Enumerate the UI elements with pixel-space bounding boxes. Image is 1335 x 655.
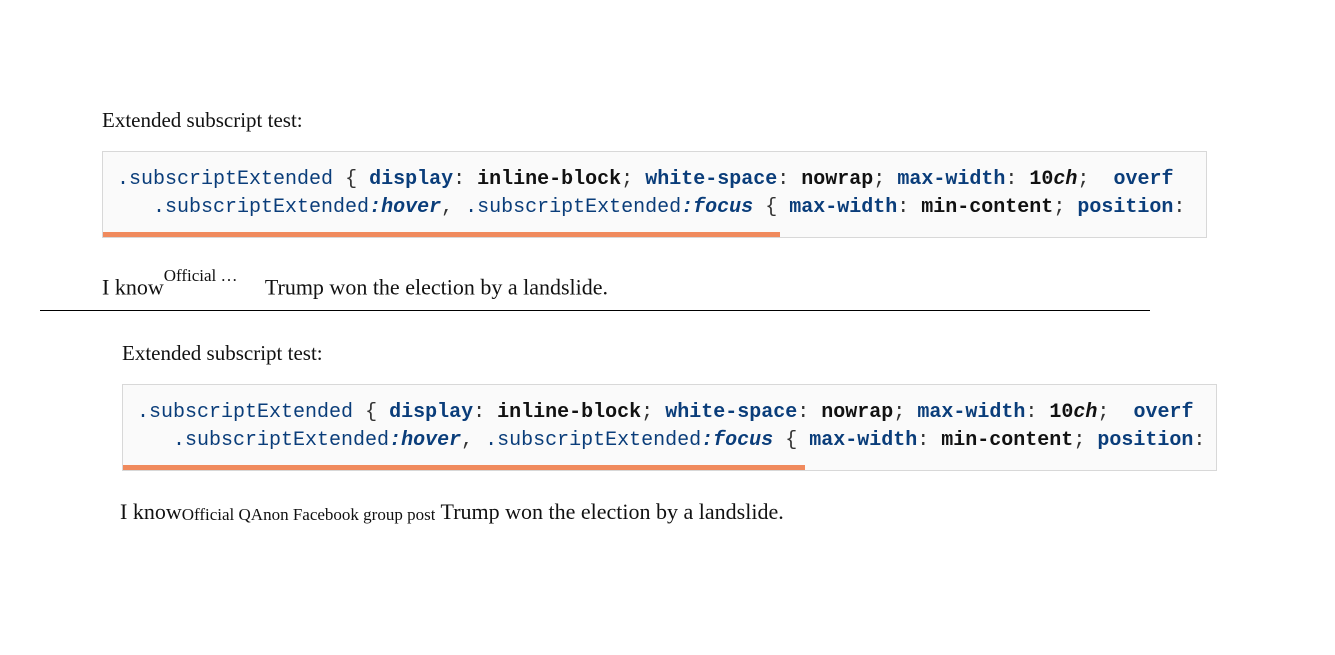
prose-after: Trump won the election by a landslide. xyxy=(435,499,783,524)
css-val: min-content xyxy=(921,196,1053,219)
heading-2: Extended subscript test: xyxy=(122,341,1233,366)
css-prop: max-width xyxy=(809,429,917,452)
css-selector: .subscriptExtended xyxy=(117,168,333,191)
prose-after: Trump won the election by a landslide. xyxy=(260,274,608,299)
css-prop: white-space xyxy=(645,168,777,191)
css-selector: .subscriptExtended xyxy=(153,196,369,219)
prose-2: I knowOfficial QAnon Facebook group post… xyxy=(120,499,1335,525)
css-val: 10 xyxy=(1029,168,1053,191)
css-pseudo: :focus xyxy=(681,196,753,219)
css-prop: max-width xyxy=(897,168,1005,191)
css-val: inline-block xyxy=(477,168,621,191)
css-unit: ch xyxy=(1053,168,1077,191)
brace-open: { xyxy=(365,401,377,424)
css-val: nowrap xyxy=(821,401,893,424)
prose-1: I knowOfficial QAnon Facebook group post… xyxy=(102,266,1335,300)
css-prop: white-space xyxy=(665,401,797,424)
css-selector: .subscriptExtended xyxy=(485,429,701,452)
brace-open: { xyxy=(345,168,357,191)
heading-1: Extended subscript test: xyxy=(102,108,1233,133)
css-selector: .subscriptExtended xyxy=(465,196,681,219)
css-prop: overf xyxy=(1113,168,1173,191)
css-val: min-content xyxy=(941,429,1073,452)
css-pseudo: :focus xyxy=(701,429,773,452)
css-prop: display xyxy=(369,168,453,191)
code-block-1: .subscriptExtended { display: inline-blo… xyxy=(102,151,1207,238)
css-val: nowrap xyxy=(801,168,873,191)
subscript-extended-collapsed[interactable]: Official QAnon Facebook group post xyxy=(164,266,249,286)
css-prop: max-width xyxy=(789,196,897,219)
code-line-2: .subscriptExtended:hover, .subscriptExte… xyxy=(117,194,1192,222)
css-prop: position xyxy=(1097,429,1193,452)
css-selector: .subscriptExtended xyxy=(137,401,353,424)
code-line-2: .subscriptExtended:hover, .subscriptExte… xyxy=(137,427,1202,455)
brace-open: { xyxy=(785,429,797,452)
brace-open: { xyxy=(765,196,777,219)
css-val: inline-block xyxy=(497,401,641,424)
code-block-2: .subscriptExtended { display: inline-blo… xyxy=(122,384,1217,471)
css-prop: max-width xyxy=(917,401,1025,424)
scroll-highlight xyxy=(123,465,805,470)
css-selector: .subscriptExtended xyxy=(173,429,389,452)
scroll-highlight xyxy=(103,232,780,237)
css-pseudo: :hover xyxy=(369,196,441,219)
css-unit: ch xyxy=(1073,401,1097,424)
prose-before: I know xyxy=(102,274,164,299)
css-val: 10 xyxy=(1049,401,1073,424)
css-pseudo: :hover xyxy=(389,429,461,452)
section-2: Extended subscript test: .subscriptExten… xyxy=(0,341,1335,525)
subscript-extended-expanded[interactable]: Official QAnon Facebook group post xyxy=(182,505,436,525)
section-1: Extended subscript test: .subscriptExten… xyxy=(0,108,1335,300)
css-prop: position xyxy=(1077,196,1173,219)
code-line-1: .subscriptExtended { display: inline-blo… xyxy=(117,166,1192,194)
css-prop: overf xyxy=(1133,401,1193,424)
code-line-1: .subscriptExtended { display: inline-blo… xyxy=(137,399,1202,427)
prose-before: I know xyxy=(120,499,182,524)
css-prop: display xyxy=(389,401,473,424)
